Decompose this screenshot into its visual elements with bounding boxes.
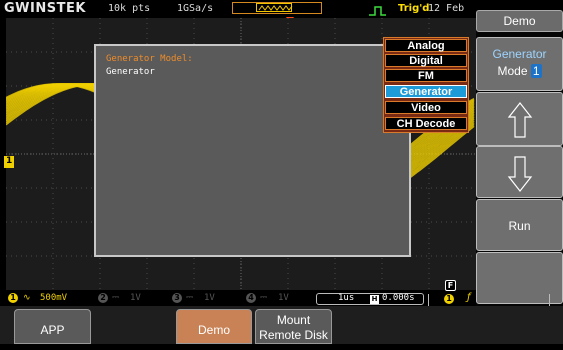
dc-coupling-icon: ⎓ <box>112 293 120 303</box>
brand-logo: GWINSTEK <box>4 1 86 16</box>
ch1-badge: 1 <box>8 293 18 303</box>
dc-coupling-icon: ⎓ <box>260 293 268 303</box>
down-button[interactable] <box>476 146 563 198</box>
ch1-scale: 500mV <box>40 293 68 303</box>
generator-model-window: Generator Model: Generator <box>94 44 411 257</box>
popup-item-digital[interactable]: Digital <box>385 54 467 67</box>
ac-coupling-icon: ∿ <box>23 293 31 303</box>
window-title: Generator Model: <box>106 54 193 64</box>
run-label: Run <box>508 219 531 233</box>
popup-item-fm[interactable]: FM <box>385 69 467 82</box>
date-display: 12 Feb <box>428 3 465 14</box>
trigger-status: Trig'd <box>398 3 430 14</box>
ch3-badge: 3 <box>172 293 182 303</box>
ch2-badge: 2 <box>98 293 108 303</box>
sample-rate: 1GSa/s <box>177 3 214 14</box>
bottom-menu: APP Demo Mount Remote Disk <box>0 306 563 344</box>
up-button[interactable] <box>476 92 563 146</box>
fine-icon: F <box>445 280 456 291</box>
horizontal-position-icon: H <box>370 295 379 304</box>
run-button[interactable]: Run <box>476 199 563 251</box>
dc-coupling-icon: ⎓ <box>186 293 194 303</box>
generator-mode-button[interactable]: Generator Mode 1 <box>476 37 563 91</box>
memory-window <box>256 3 292 12</box>
up-arrow-icon <box>507 102 533 138</box>
demo-button[interactable]: Demo <box>176 309 252 344</box>
ch4-badge: 4 <box>246 293 256 303</box>
side-menu-title: Demo <box>476 10 563 32</box>
channel-info-bar: 1 ∿ 500mV 2 ⎓ 1V 3 ⎓ 1V 4 ⎓ 1V 1us H 0.0… <box>0 292 476 306</box>
popup-item-generator[interactable]: Generator <box>385 85 467 98</box>
down-arrow-icon <box>507 156 533 192</box>
side-menu: Demo Generator Mode 1 Run <box>476 10 563 320</box>
record-length: 10k pts <box>108 3 151 14</box>
ch2-scale: 1V <box>130 293 141 303</box>
popup-item-video[interactable]: Video <box>385 101 467 114</box>
generator-mode-sub: Mode 1 <box>497 64 542 78</box>
ch1-ground-marker[interactable]: 1 <box>4 156 14 168</box>
mount-remote-disk-button[interactable]: Mount Remote Disk <box>255 309 332 344</box>
mode-popup-list: Analog Digital FM Generator Video CH Dec… <box>383 37 469 133</box>
popup-item-ch-decode[interactable]: CH Decode <box>385 117 467 130</box>
app-button[interactable]: APP <box>14 309 91 344</box>
ch4-scale: 1V <box>278 293 289 303</box>
popup-item-analog[interactable]: Analog <box>385 39 467 52</box>
horizontal-position: 0.000s <box>382 293 415 303</box>
mode-value-badge: 1 <box>530 64 542 78</box>
timebase: 1us <box>338 293 355 303</box>
ch3-scale: 1V <box>204 293 215 303</box>
generator-mode-label: Generator <box>492 47 547 61</box>
window-body: Generator <box>106 67 155 77</box>
